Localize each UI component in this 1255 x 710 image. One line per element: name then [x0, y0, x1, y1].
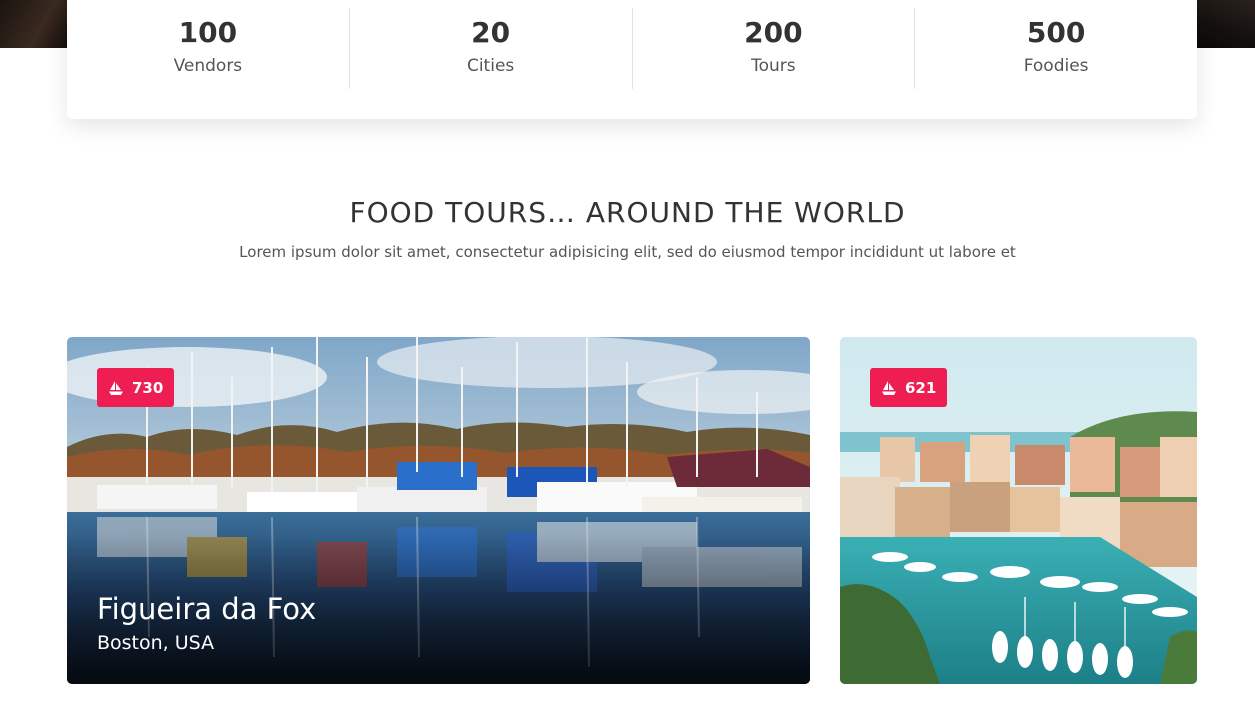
tour-count-badge: 730 [97, 368, 175, 407]
tour-count: 730 [132, 378, 164, 397]
tour-count: 621 [905, 378, 937, 397]
stat-value: 20 [471, 16, 511, 49]
tour-location: Boston, USA [97, 632, 215, 654]
section-subtitle: Lorem ipsum dolor sit amet, consectetur … [239, 243, 1016, 261]
stat-foodies: 500 Foodies [915, 8, 1197, 89]
stat-value: 100 [178, 16, 238, 49]
stat-label: Foodies [1023, 56, 1089, 76]
stats-bar: 100 Vendors 20 Cities 200 Tours 500 Food… [67, 0, 1197, 119]
stat-vendors: 100 Vendors [67, 8, 350, 89]
boat-icon [881, 380, 897, 396]
stat-value: 200 [744, 16, 803, 49]
tour-card-second[interactable]: 621 [840, 337, 1197, 684]
stat-label: Vendors [173, 56, 243, 76]
stat-label: Cities [466, 56, 515, 76]
hero-image-edge [0, 0, 68, 48]
stat-label: Tours [751, 56, 796, 76]
tour-count-badge: 621 [870, 368, 948, 407]
stat-value: 500 [1026, 16, 1086, 49]
section-title: FOOD TOURS… AROUND THE WORLD [349, 196, 906, 229]
page: 100 Vendors 20 Cities 200 Tours 500 Food… [0, 0, 1255, 710]
stat-tours: 200 Tours [633, 8, 916, 89]
tour-card-figueira[interactable]: 730 Figueira da Fox Boston, USA [67, 337, 810, 684]
stat-cities: 20 Cities [350, 8, 633, 89]
boat-icon [108, 380, 124, 396]
tour-name[interactable]: Figueira da Fox [97, 592, 316, 626]
hero-image-edge [1195, 0, 1255, 48]
